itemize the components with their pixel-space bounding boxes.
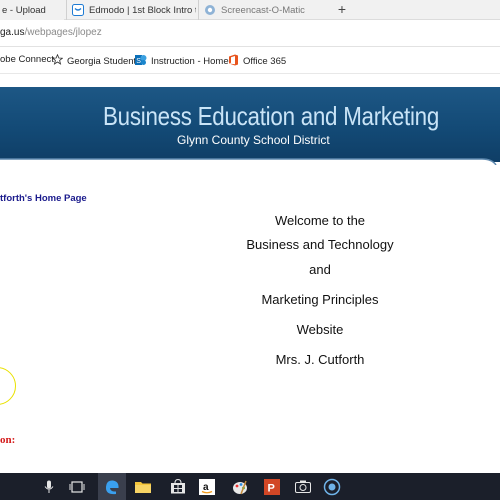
office-icon [228, 54, 239, 69]
tab-edmodo[interactable]: Edmodo | 1st Block Intro to E [66, 0, 196, 20]
favorite-georgia-student[interactable]: Georgia Student [51, 53, 137, 68]
welcome-line-1: Welcome to the [274, 213, 366, 228]
edmodo-icon [72, 4, 84, 16]
url-host: ga.us [0, 27, 25, 38]
tab-screencast[interactable]: Screencast-O-Matic [198, 0, 328, 20]
favorite-georgia-student-label: Georgia Student [67, 55, 137, 67]
microphone-button[interactable] [35, 473, 63, 500]
edge-browser-icon [104, 479, 120, 495]
banner-subtitle: Glynn County School District [177, 133, 330, 147]
amazon-icon: a [199, 478, 215, 495]
amazon-button[interactable]: a [193, 473, 221, 500]
svg-text:S: S [136, 58, 141, 65]
favorites-bar: obe Connect Georgia Student S Instructio… [0, 48, 500, 74]
home-page-link[interactable]: tforth's Home Page [0, 193, 87, 204]
welcome-line-5: Website [296, 322, 344, 337]
file-explorer-icon [135, 480, 151, 493]
tab-upload[interactable]: e - Upload [0, 0, 64, 20]
welcome-line-6: Mrs. J. Cutforth [275, 352, 365, 367]
microphone-icon [44, 480, 54, 494]
welcome-line-2: Business and Technology [246, 237, 394, 252]
favorite-adobe-connect[interactable]: obe Connect [0, 54, 54, 65]
favorite-office-365[interactable]: Office 365 [228, 54, 286, 69]
address-bar[interactable]: ga.us/webpages/jlopez [0, 21, 500, 47]
sharepoint-icon: S [135, 54, 147, 69]
web-page: Business Education and Marketing Glynn C… [0, 75, 500, 473]
paint-button[interactable] [226, 473, 254, 500]
svg-text:a: a [203, 482, 209, 493]
powerpoint-icon: P [264, 478, 280, 495]
favorite-instruction-home-label: Instruction - Home [151, 56, 229, 67]
windows-taskbar: a P [0, 473, 500, 500]
powerpoint-button[interactable]: P [258, 473, 286, 500]
tab-edmodo-label: Edmodo | 1st Block Intro to E [89, 4, 196, 16]
red-section-label: on: [0, 434, 16, 446]
url-path: /webpages/jlopez [24, 27, 102, 38]
new-tab-button[interactable]: + [333, 0, 351, 20]
banner-title: Business Education and Marketing [103, 101, 440, 131]
task-view-icon [69, 480, 85, 493]
edge-taskbar-button[interactable] [98, 473, 126, 500]
welcome-line-4: Marketing Principles [261, 292, 379, 307]
store-button[interactable] [164, 473, 192, 500]
content-panel-top-curve [0, 158, 497, 165]
screencast-taskbar-button[interactable] [318, 473, 346, 500]
svg-text:P: P [268, 482, 275, 494]
url-field[interactable]: ga.us/webpages/jlopez [0, 27, 102, 38]
welcome-line-3: and [309, 262, 331, 277]
camera-icon [295, 480, 311, 493]
tab-upload-label: e - Upload [2, 4, 46, 16]
favorite-instruction-home[interactable]: S Instruction - Home [135, 54, 229, 69]
camera-button[interactable] [289, 473, 317, 500]
screencast-icon [204, 4, 216, 16]
store-icon [170, 479, 186, 494]
cursor-highlight-circle [0, 367, 16, 405]
file-explorer-button[interactable] [129, 473, 157, 500]
task-view-button[interactable] [63, 473, 91, 500]
paint-icon [232, 479, 248, 495]
tab-strip: e - Upload Edmodo | 1st Block Intro to E… [0, 0, 500, 20]
favorite-office-365-label: Office 365 [243, 56, 287, 67]
browser-window: e - Upload Edmodo | 1st Block Intro to E… [0, 0, 500, 500]
star-icon [51, 53, 64, 68]
favorite-adobe-connect-label: obe Connect [0, 54, 54, 65]
screencast-record-icon [323, 478, 341, 496]
tab-screencast-label: Screencast-O-Matic [221, 4, 305, 16]
